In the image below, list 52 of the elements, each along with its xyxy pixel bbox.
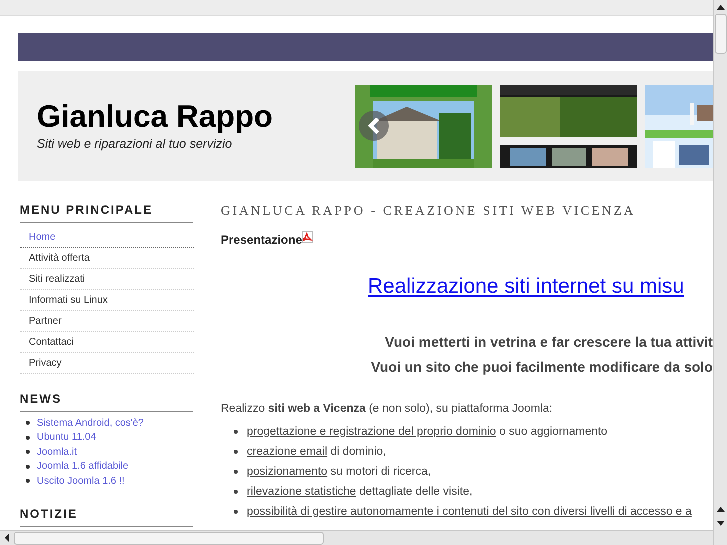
site-tagline: Siti web e riparazioni al tuo servizio <box>37 136 234 153</box>
bullet-icon <box>234 470 238 474</box>
menu-item[interactable]: Attività offerta <box>20 248 194 269</box>
scrollbar-thumb[interactable] <box>714 14 726 54</box>
pdf-icon[interactable] <box>302 230 314 242</box>
bullet-icon <box>234 430 238 434</box>
section-heading: NEWS <box>20 390 193 412</box>
menu-item[interactable]: Contattaci <box>20 332 194 353</box>
section-heading: NOTIZIE <box>20 504 193 526</box>
menu-item[interactable]: Privacy <box>20 353 194 374</box>
service-link[interactable]: possibilità di gestire autonomamente i contenuti del sito con diversi livelli di accesso e a <box>247 506 692 518</box>
headline-link[interactable]: Realizzazione siti internet su misu <box>368 274 684 298</box>
left-arrow-icon <box>4 534 10 542</box>
vertical-scrollbar[interactable] <box>713 0 727 545</box>
list-item-text: progettazione e registrazione del proprio dominio o suo aggiornamento <box>247 424 608 440</box>
left-chevron-icon <box>368 118 380 134</box>
section-heading: MENU PRINCIPALE <box>20 201 193 223</box>
scrollbar-thumb[interactable] <box>14 532 324 544</box>
service-link[interactable]: posizionamento <box>247 466 328 478</box>
bullet-icon <box>26 464 30 469</box>
news-link[interactable]: Sistema Android, cos'è? <box>37 416 144 431</box>
bullet-icon <box>26 436 30 440</box>
up-arrow-icon <box>716 506 724 512</box>
service-link[interactable]: rilevazione statistiche <box>247 486 356 498</box>
menu-item[interactable]: Home <box>20 227 194 248</box>
question-text: Vuoi metterti in vetrina e far crescere la tua attivit <box>385 333 713 352</box>
horizontal-scrollbar[interactable] <box>0 530 713 545</box>
bullet-icon <box>26 450 30 454</box>
news-link[interactable]: Joomla.it <box>37 444 78 460</box>
down-arrow-icon <box>716 520 724 526</box>
service-link[interactable]: creazione email <box>247 446 328 458</box>
menu-item[interactable]: Informati su Linux <box>20 290 194 311</box>
bullet-icon <box>234 510 238 514</box>
bullet-icon <box>26 479 30 484</box>
up-arrow-icon <box>716 4 724 10</box>
bullet-icon <box>234 490 238 494</box>
menu-item[interactable]: Siti realizzati <box>20 269 194 290</box>
list-item-text: posizionamento su motori di ricerca, <box>247 464 432 480</box>
news-link[interactable]: Joomla 1.6 affidabile <box>37 459 129 474</box>
list-item-text: rilevazione statistiche dettagliate delle visite, <box>247 484 473 500</box>
intro-text: Realizzo siti web a Vicenza (e non solo), su piattaforma Joomla: <box>221 402 554 417</box>
service-link[interactable]: progettazione e registrazione del proprio dominio <box>247 426 496 438</box>
list-item-text: creazione email di dominio, <box>247 444 386 460</box>
bullet-icon <box>234 450 238 454</box>
menu-item[interactable]: Partner <box>20 311 194 332</box>
page-title: GIANLUCA RAPPO - CREAZIONE SITI WEB VICENZA <box>221 202 637 220</box>
news-link[interactable]: Ubuntu 11.04 <box>37 430 96 446</box>
question-text: Vuoi un sito che puoi facilmente modificare da solo <box>371 358 713 377</box>
bullet-icon <box>26 421 30 426</box>
section-title: Presentazione <box>221 232 302 248</box>
site-title: Gianluca Rappo <box>37 98 274 135</box>
news-link[interactable]: Uscito Joomla 1.6 !! <box>37 474 125 489</box>
